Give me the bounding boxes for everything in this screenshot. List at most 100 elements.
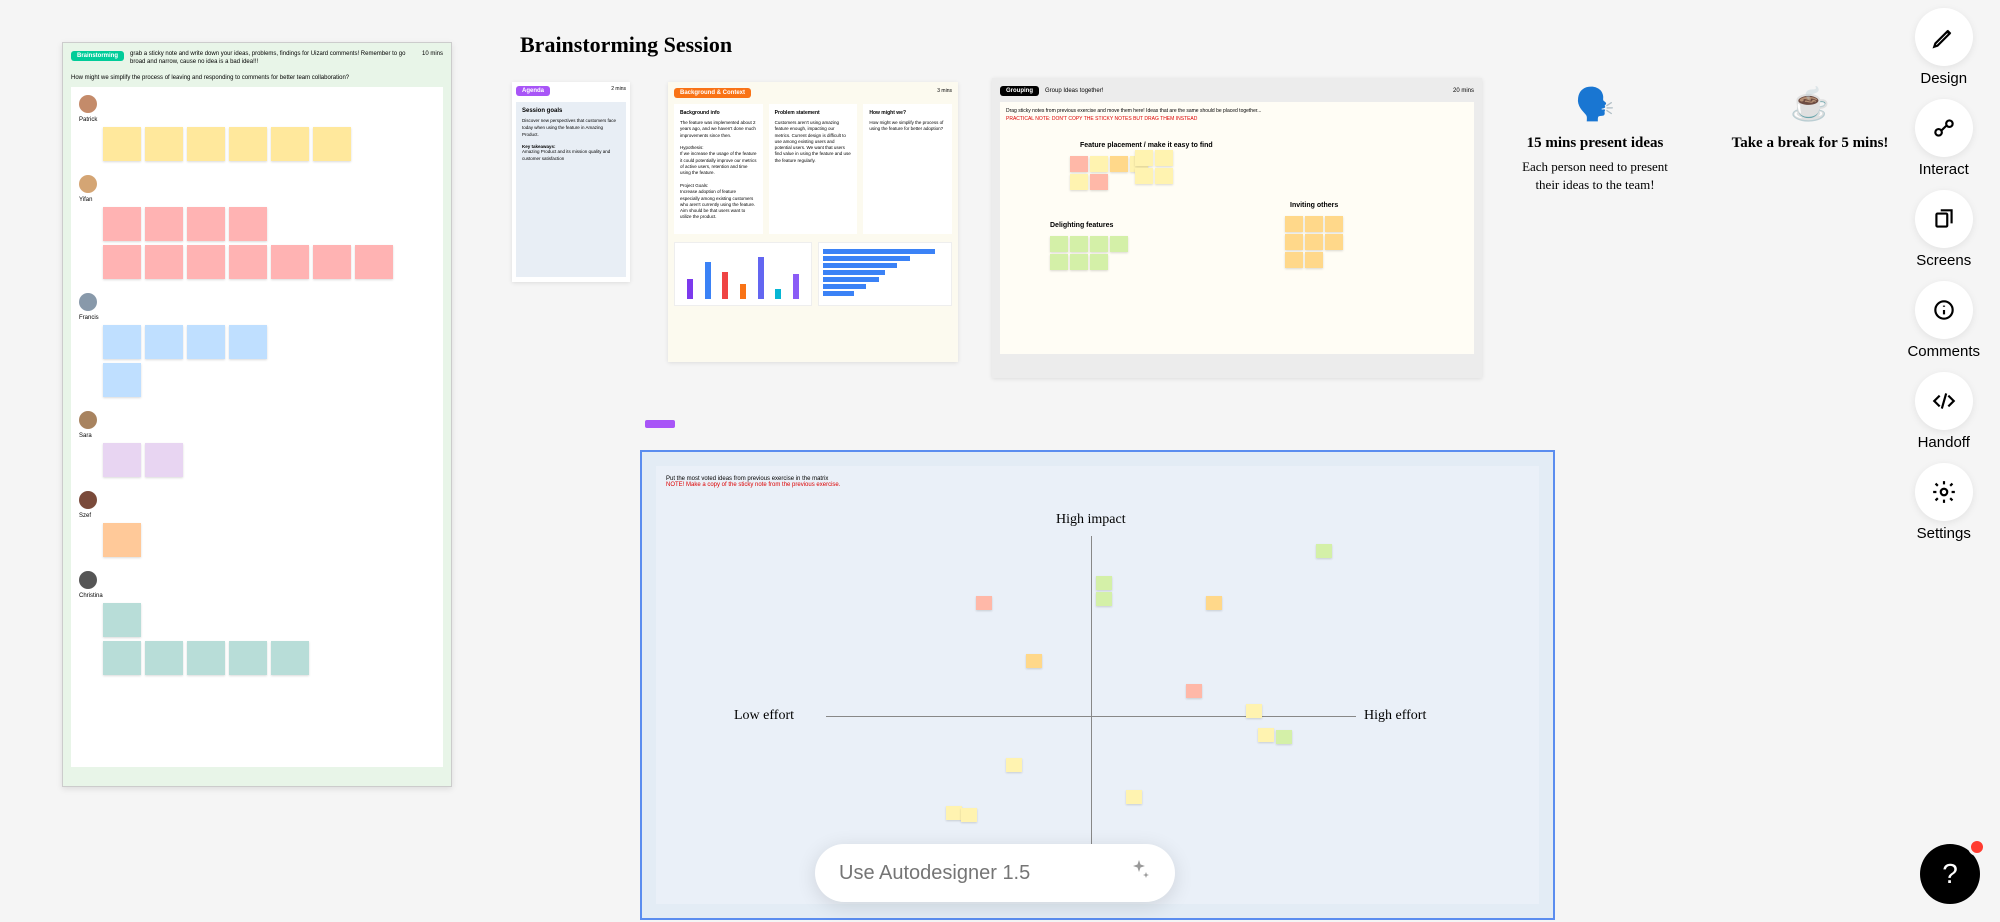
annotation-body: Each person need to present their ideas …: [1515, 158, 1675, 194]
notification-badge: [1968, 838, 1986, 856]
sticky-note[interactable]: [145, 325, 183, 359]
sticky-note[interactable]: [187, 641, 225, 675]
sticky-note[interactable]: [145, 127, 183, 161]
sticky-note[interactable]: [103, 523, 141, 557]
design-tool[interactable]: Design: [1915, 8, 1973, 87]
sticky-note[interactable]: [103, 443, 141, 477]
context-column: Background infoThe feature was implement…: [674, 104, 763, 234]
matrix-sticky[interactable]: [961, 808, 977, 822]
agenda-frame[interactable]: Agenda 2 mins Session goals Discover new…: [512, 82, 630, 282]
sticky-note[interactable]: [145, 641, 183, 675]
matrix-sticky[interactable]: [1206, 596, 1222, 610]
grouping-area[interactable]: Drag sticky notes from previous exercise…: [1000, 102, 1474, 354]
help-button[interactable]: ?: [1920, 844, 1980, 904]
matrix-area[interactable]: Put the most voted ideas from previous e…: [656, 466, 1539, 904]
sparkle-icon[interactable]: [1127, 858, 1151, 888]
time-badge: 20 mins: [1453, 88, 1474, 94]
sticky-note[interactable]: [103, 641, 141, 675]
tool-label: Screens: [1916, 252, 1971, 269]
chart-thumbnail[interactable]: [818, 242, 952, 306]
matrix-sticky[interactable]: [1006, 758, 1022, 772]
cluster-title: Feature placement / make it easy to find: [1080, 142, 1213, 149]
background-frame[interactable]: Background & Context 3 mins Background i…: [668, 82, 958, 362]
comments-tool[interactable]: Comments: [1907, 281, 1980, 360]
sticky-note[interactable]: [229, 207, 267, 241]
tool-label: Design: [1920, 70, 1967, 87]
person-row: Christina: [79, 571, 435, 675]
right-toolbar: Design Interact Screens Comments Handoff…: [1907, 8, 1980, 542]
sticky-note[interactable]: [229, 641, 267, 675]
present-annotation: 🗣️ 15 mins present ideas Each person nee…: [1515, 82, 1675, 194]
person-row: Francis: [79, 293, 435, 397]
matrix-sticky[interactable]: [1096, 576, 1112, 590]
sticky-note[interactable]: [187, 207, 225, 241]
canvas[interactable]: Brainstorming Session Brainstorming grab…: [0, 0, 2000, 922]
sticky-cluster[interactable]: [1135, 150, 1185, 184]
sticky-note[interactable]: [313, 127, 351, 161]
axis-label-top: High impact: [1056, 512, 1126, 528]
matrix-sticky[interactable]: [976, 596, 992, 610]
settings-tool[interactable]: Settings: [1915, 463, 1973, 542]
sticky-note[interactable]: [355, 245, 393, 279]
sticky-note[interactable]: [187, 127, 225, 161]
avatar: [79, 293, 97, 311]
sticky-note[interactable]: [145, 245, 183, 279]
person-name: Szef: [79, 513, 435, 519]
sticky-note[interactable]: [229, 245, 267, 279]
sticky-cluster[interactable]: [1050, 236, 1140, 270]
column-body: How might we simplify the process of usi…: [869, 120, 946, 133]
sticky-note[interactable]: [103, 363, 141, 397]
sticky-note[interactable]: [229, 325, 267, 359]
tool-label: Settings: [1917, 525, 1971, 542]
sticky-note[interactable]: [103, 127, 141, 161]
sticky-note[interactable]: [103, 245, 141, 279]
column-body: Customers aren't using amazing feature e…: [775, 120, 852, 164]
screens-tool[interactable]: Screens: [1915, 190, 1973, 269]
chart-bar: [758, 257, 764, 300]
interact-tool[interactable]: Interact: [1915, 99, 1973, 178]
sticky-note[interactable]: [103, 603, 141, 637]
sticky-note[interactable]: [187, 245, 225, 279]
tool-label: Interact: [1919, 161, 1969, 178]
sticky-note[interactable]: [103, 207, 141, 241]
pencil-icon: [1931, 24, 1957, 50]
sticky-note[interactable]: [145, 443, 183, 477]
sticky-note[interactable]: [145, 207, 183, 241]
sticky-note[interactable]: [271, 127, 309, 161]
matrix-sticky[interactable]: [1096, 592, 1112, 606]
session-title: Brainstorming Session: [520, 32, 732, 58]
chart-thumbnail[interactable]: [674, 242, 812, 306]
matrix-sticky[interactable]: [1276, 730, 1292, 744]
sticky-note[interactable]: [229, 127, 267, 161]
autodesigner-input[interactable]: [839, 862, 1127, 885]
matrix-sticky[interactable]: [1246, 704, 1262, 718]
grouping-warning: PRACTICAL NOTE: DON'T COPY THE STICKY NO…: [1006, 116, 1468, 122]
person-name: Yifan: [79, 197, 435, 203]
sticky-note[interactable]: [313, 245, 351, 279]
chart-bar: [823, 263, 897, 268]
axis-label-left: Low effort: [734, 708, 794, 724]
screens-icon: [1931, 206, 1957, 232]
chart-bar: [823, 284, 866, 289]
matrix-sticky[interactable]: [1026, 654, 1042, 668]
comments-icon: [1931, 297, 1957, 323]
avatar: [79, 175, 97, 193]
grouping-frame[interactable]: Grouping Group Ideas together! 20 mins D…: [992, 78, 1482, 378]
avatar: [79, 95, 97, 113]
matrix-sticky[interactable]: [1258, 728, 1274, 742]
matrix-sticky[interactable]: [1126, 790, 1142, 804]
matrix-sticky[interactable]: [1186, 684, 1202, 698]
sticky-cluster[interactable]: [1285, 216, 1355, 268]
sticky-area[interactable]: PatrickYifanFrancisSaraSzefChristina: [71, 87, 443, 767]
sticky-note[interactable]: [103, 325, 141, 359]
sticky-note[interactable]: [271, 245, 309, 279]
matrix-sticky[interactable]: [946, 806, 962, 820]
autodesigner-bar[interactable]: [815, 844, 1175, 902]
sticky-note[interactable]: [187, 325, 225, 359]
brainstorming-frame[interactable]: Brainstorming grab a sticky note and wri…: [62, 42, 452, 787]
interact-icon: [1931, 115, 1957, 141]
chart-bar: [793, 274, 799, 299]
sticky-note[interactable]: [271, 641, 309, 675]
matrix-sticky[interactable]: [1316, 544, 1332, 558]
handoff-tool[interactable]: Handoff: [1915, 372, 1973, 451]
